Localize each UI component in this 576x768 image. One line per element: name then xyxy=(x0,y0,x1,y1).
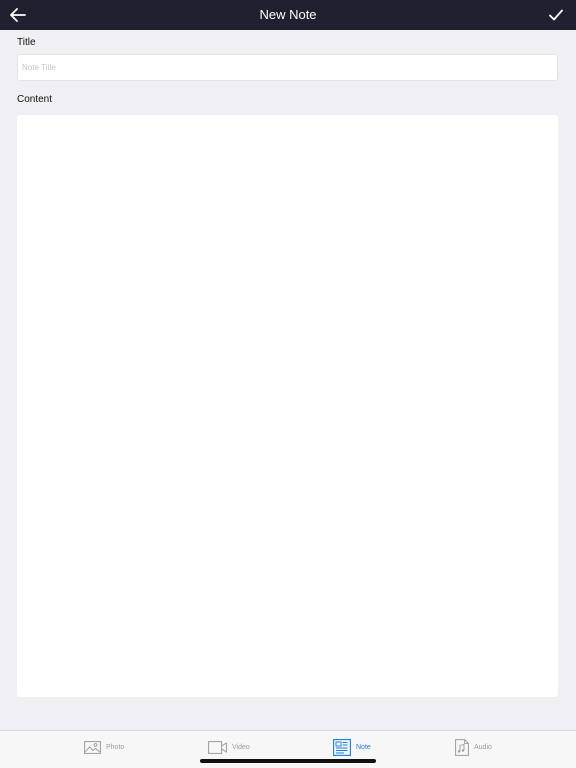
photo-icon xyxy=(84,740,101,754)
audio-icon xyxy=(455,738,469,756)
tab-note[interactable]: Note xyxy=(333,737,371,757)
checkmark-icon xyxy=(549,9,563,21)
app-screen: New Note Title Content Photo Video xyxy=(0,0,576,768)
video-icon xyxy=(208,740,227,754)
done-button[interactable] xyxy=(544,3,568,27)
content-label: Content xyxy=(17,94,53,105)
title-label: Title xyxy=(17,37,36,48)
tab-video[interactable]: Video xyxy=(208,737,250,757)
tab-audio-label: Audio xyxy=(474,743,492,751)
tab-photo-label: Photo xyxy=(106,743,125,751)
content-textarea[interactable] xyxy=(17,115,558,697)
tab-photo[interactable]: Photo xyxy=(84,737,124,757)
tab-note-label: Note xyxy=(356,743,371,751)
page-title: New Note xyxy=(259,7,317,22)
tab-audio[interactable]: Audio xyxy=(455,737,492,757)
tab-video-label: Video xyxy=(232,743,250,751)
navigation-bar: New Note xyxy=(0,0,576,30)
title-input[interactable] xyxy=(17,54,558,81)
home-indicator[interactable] xyxy=(200,759,376,763)
note-icon xyxy=(333,738,351,756)
